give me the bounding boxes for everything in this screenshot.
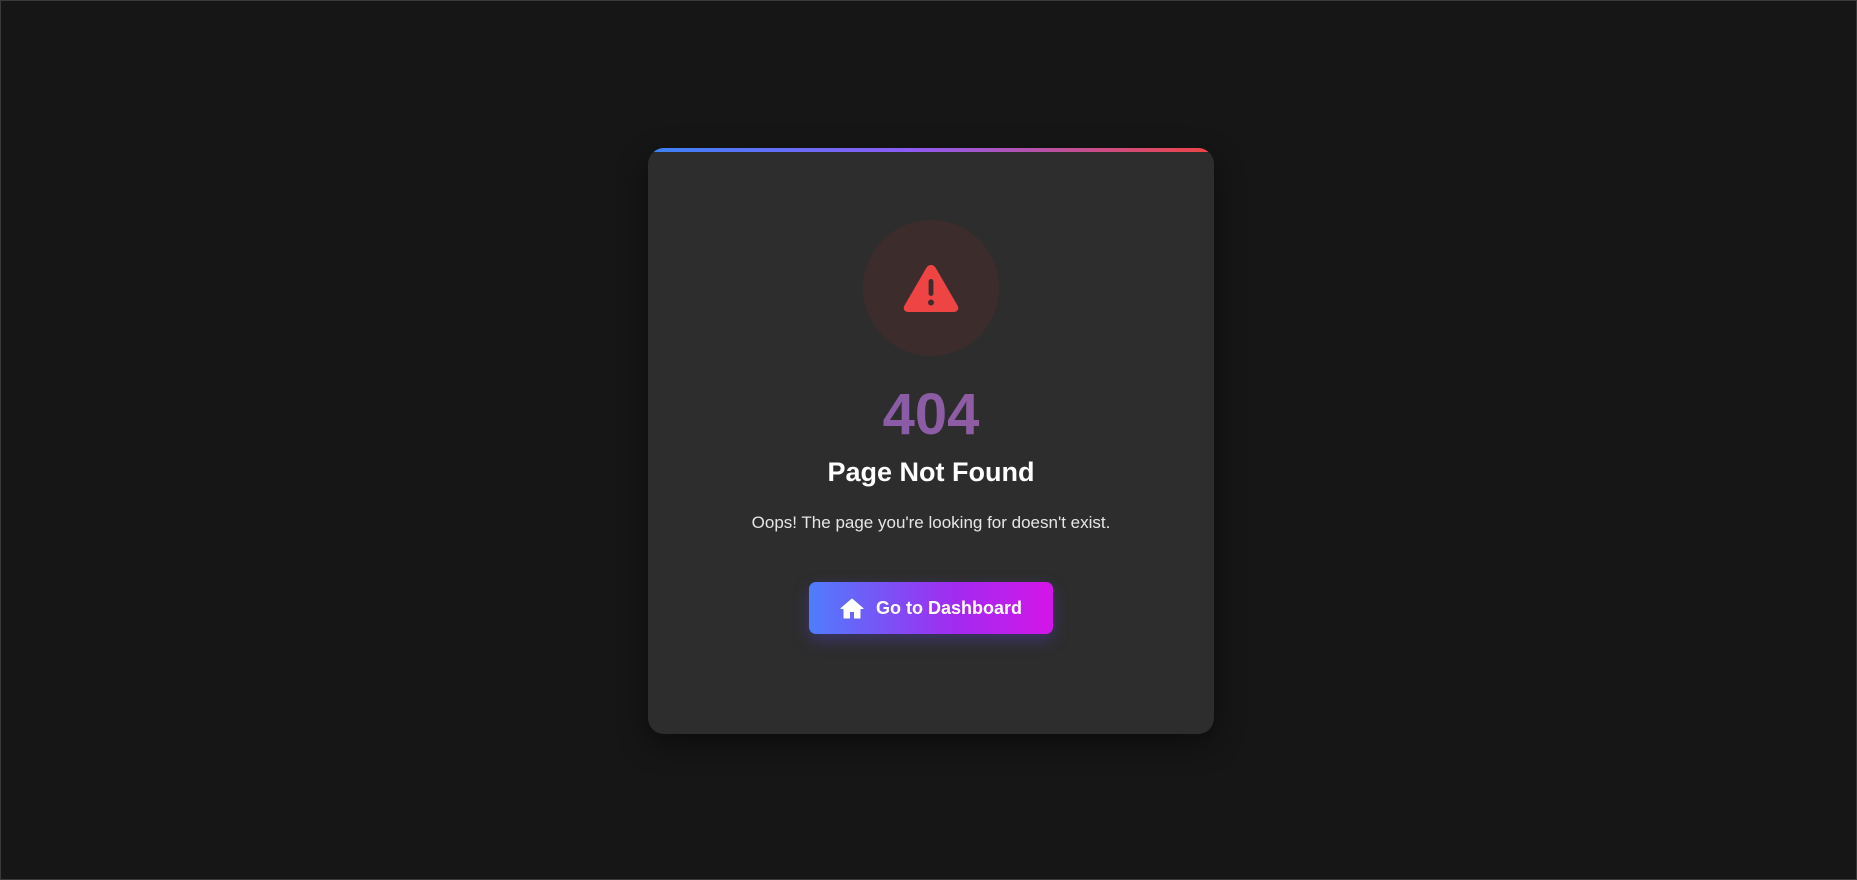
go-to-dashboard-button[interactable]: Go to Dashboard [809,582,1053,634]
card-accent-bar [648,148,1214,152]
dashboard-button-label: Go to Dashboard [875,597,1022,618]
warning-triangle-icon [903,265,959,312]
error-card: 404 Page Not Found Oops! The page you're… [648,148,1214,734]
home-icon [840,598,864,619]
page-title: Page Not Found [827,457,1035,487]
error-code: 404 [648,386,1214,444]
warning-icon-container [863,220,999,356]
error-message: Oops! The page you're looking for doesn'… [751,513,1111,532]
